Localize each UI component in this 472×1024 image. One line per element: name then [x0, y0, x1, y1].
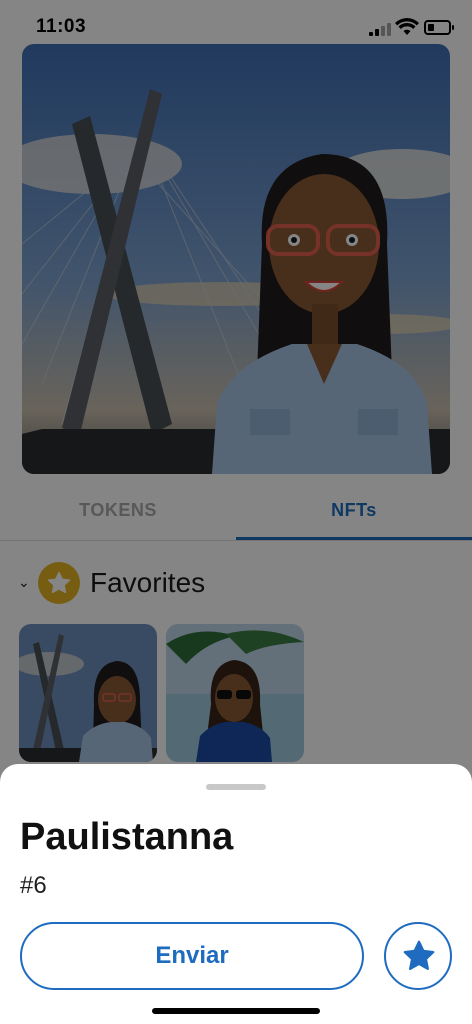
sheet-drag-handle[interactable]	[206, 784, 266, 790]
send-button[interactable]: Enviar	[20, 922, 364, 990]
favorite-button[interactable]	[384, 922, 452, 990]
nft-bottom-sheet: Paulistanna #6 Enviar	[0, 764, 472, 1024]
wallet-screen: 11:03 TOKENS NFTs ⌄ Favorites Paulistann…	[0, 0, 472, 1024]
nft-number: #6	[20, 872, 47, 899]
nft-name: Paulistanna	[20, 816, 234, 858]
star-icon	[403, 940, 435, 971]
home-indicator[interactable]	[152, 1008, 320, 1014]
